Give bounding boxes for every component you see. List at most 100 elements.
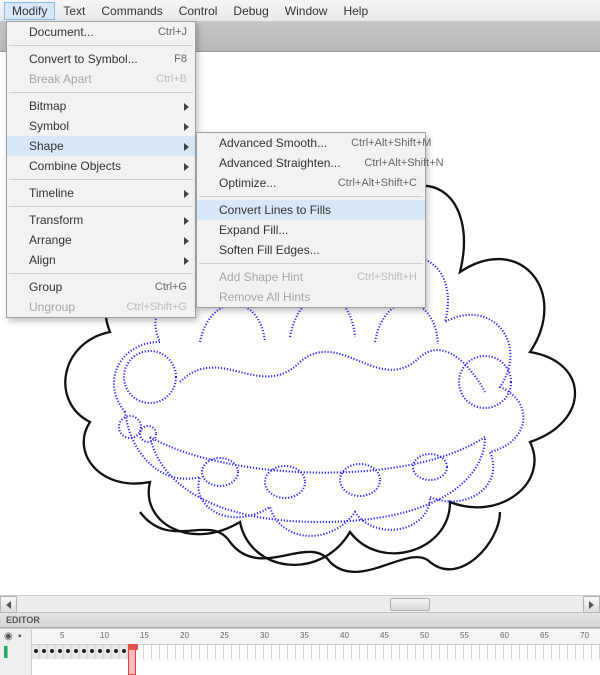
frame-cell[interactable] bbox=[144, 645, 152, 659]
frame-cell[interactable] bbox=[520, 645, 528, 659]
frame-cell[interactable] bbox=[480, 645, 488, 659]
menu-item-help[interactable]: Help bbox=[335, 2, 376, 20]
frame-cell[interactable] bbox=[488, 645, 496, 659]
modify-menu-item-align[interactable]: Align bbox=[7, 250, 195, 270]
frame-cell[interactable] bbox=[464, 645, 472, 659]
shape-submenu-item-advanced-smooth[interactable]: Advanced Smooth...Ctrl+Alt+Shift+M bbox=[197, 133, 425, 153]
frame-cell[interactable] bbox=[528, 645, 536, 659]
keyframe-cell[interactable] bbox=[88, 645, 96, 659]
frame-cell[interactable] bbox=[160, 645, 168, 659]
modify-menu-item-symbol[interactable]: Symbol bbox=[7, 116, 195, 136]
frame-cell[interactable] bbox=[208, 645, 216, 659]
frame-cell[interactable] bbox=[336, 645, 344, 659]
frame-cell[interactable] bbox=[504, 645, 512, 659]
frame-cell[interactable] bbox=[424, 645, 432, 659]
frame-cell[interactable] bbox=[448, 645, 456, 659]
modify-menu-item-transform[interactable]: Transform bbox=[7, 210, 195, 230]
frame-cell[interactable] bbox=[176, 645, 184, 659]
frame-cell[interactable] bbox=[560, 645, 568, 659]
frame-cell[interactable] bbox=[384, 645, 392, 659]
menu-item-window[interactable]: Window bbox=[277, 2, 336, 20]
frame-cell[interactable] bbox=[152, 645, 160, 659]
canvas-horizontal-scrollbar[interactable] bbox=[0, 595, 600, 612]
frame-cell[interactable] bbox=[272, 645, 280, 659]
frame-cell[interactable] bbox=[392, 645, 400, 659]
scroll-left-button[interactable] bbox=[0, 596, 17, 613]
frame-cell[interactable] bbox=[592, 645, 600, 659]
frame-cell[interactable] bbox=[248, 645, 256, 659]
menu-item-text[interactable]: Text bbox=[55, 2, 93, 20]
frame-cell[interactable] bbox=[544, 645, 552, 659]
modify-menu-item-document[interactable]: Document...Ctrl+J bbox=[7, 22, 195, 42]
scroll-right-button[interactable] bbox=[583, 596, 600, 613]
frame-cell[interactable] bbox=[280, 645, 288, 659]
keyframe-cell[interactable] bbox=[32, 645, 40, 659]
frame-cell[interactable] bbox=[328, 645, 336, 659]
frame-cell[interactable] bbox=[256, 645, 264, 659]
modify-menu-item-group[interactable]: GroupCtrl+G bbox=[7, 277, 195, 297]
keyframe-cell[interactable] bbox=[104, 645, 112, 659]
keyframe-cell[interactable] bbox=[64, 645, 72, 659]
modify-menu-item-convert-to-symbol[interactable]: Convert to Symbol...F8 bbox=[7, 49, 195, 69]
scroll-thumb[interactable] bbox=[390, 598, 430, 611]
frame-cell[interactable] bbox=[232, 645, 240, 659]
modify-menu-item-arrange[interactable]: Arrange bbox=[7, 230, 195, 250]
frame-cell[interactable] bbox=[416, 645, 424, 659]
frame-cell[interactable] bbox=[296, 645, 304, 659]
keyframe-cell[interactable] bbox=[56, 645, 64, 659]
frame-cell[interactable] bbox=[288, 645, 296, 659]
shape-submenu-item-optimize[interactable]: Optimize...Ctrl+Alt+Shift+C bbox=[197, 173, 425, 193]
modify-menu-item-shape[interactable]: Shape bbox=[7, 136, 195, 156]
frame-cell[interactable] bbox=[224, 645, 232, 659]
frame-cell[interactable] bbox=[568, 645, 576, 659]
frame-cell[interactable] bbox=[312, 645, 320, 659]
frame-cell[interactable] bbox=[344, 645, 352, 659]
keyframe-cell[interactable] bbox=[120, 645, 128, 659]
frame-cell[interactable] bbox=[192, 645, 200, 659]
frame-cell[interactable] bbox=[536, 645, 544, 659]
frame-cell[interactable] bbox=[432, 645, 440, 659]
timeline-frame-track[interactable] bbox=[32, 645, 600, 659]
frame-cell[interactable] bbox=[440, 645, 448, 659]
frame-cell[interactable] bbox=[456, 645, 464, 659]
frame-cell[interactable] bbox=[352, 645, 360, 659]
modify-menu-item-timeline[interactable]: Timeline bbox=[7, 183, 195, 203]
layer-color-swatch[interactable]: ▌ bbox=[4, 647, 11, 658]
keyframe-cell[interactable] bbox=[80, 645, 88, 659]
shape-submenu-item-soften-fill-edges[interactable]: Soften Fill Edges... bbox=[197, 240, 425, 260]
keyframe-cell[interactable] bbox=[40, 645, 48, 659]
shape-submenu-item-expand-fill[interactable]: Expand Fill... bbox=[197, 220, 425, 240]
frame-cell[interactable] bbox=[552, 645, 560, 659]
keyframe-cell[interactable] bbox=[48, 645, 56, 659]
lock-icon[interactable]: ▪ bbox=[18, 631, 22, 642]
keyframe-cell[interactable] bbox=[112, 645, 120, 659]
editor-panel-header[interactable]: EDITOR bbox=[0, 612, 600, 628]
frame-cell[interactable] bbox=[240, 645, 248, 659]
frame-cell[interactable] bbox=[376, 645, 384, 659]
frame-cell[interactable] bbox=[184, 645, 192, 659]
modify-menu-item-bitmap[interactable]: Bitmap bbox=[7, 96, 195, 116]
frame-cell[interactable] bbox=[320, 645, 328, 659]
shape-submenu-item-convert-lines-to-fills[interactable]: Convert Lines to Fills bbox=[197, 200, 425, 220]
frame-cell[interactable] bbox=[584, 645, 592, 659]
frame-cell[interactable] bbox=[264, 645, 272, 659]
shape-submenu-item-advanced-straighten[interactable]: Advanced Straighten...Ctrl+Alt+Shift+N bbox=[197, 153, 425, 173]
keyframe-cell[interactable] bbox=[72, 645, 80, 659]
modify-menu-item-combine-objects[interactable]: Combine Objects bbox=[7, 156, 195, 176]
menu-item-modify[interactable]: Modify bbox=[4, 2, 55, 20]
frame-cell[interactable] bbox=[360, 645, 368, 659]
frame-cell[interactable] bbox=[168, 645, 176, 659]
timeline-playhead[interactable] bbox=[128, 645, 136, 675]
frame-cell[interactable] bbox=[216, 645, 224, 659]
menu-item-debug[interactable]: Debug bbox=[225, 2, 276, 20]
frame-cell[interactable] bbox=[408, 645, 416, 659]
frame-cell[interactable] bbox=[368, 645, 376, 659]
timeline-panel[interactable]: ◉ ▪ ▌ 510152025303540455055606570 bbox=[0, 628, 600, 675]
frame-cell[interactable] bbox=[496, 645, 504, 659]
frame-cell[interactable] bbox=[304, 645, 312, 659]
menu-item-control[interactable]: Control bbox=[171, 2, 226, 20]
frame-cell[interactable] bbox=[472, 645, 480, 659]
frame-cell[interactable] bbox=[576, 645, 584, 659]
eye-icon[interactable]: ◉ bbox=[4, 631, 13, 642]
timeline-frame-ruler[interactable]: 510152025303540455055606570 bbox=[32, 629, 600, 645]
